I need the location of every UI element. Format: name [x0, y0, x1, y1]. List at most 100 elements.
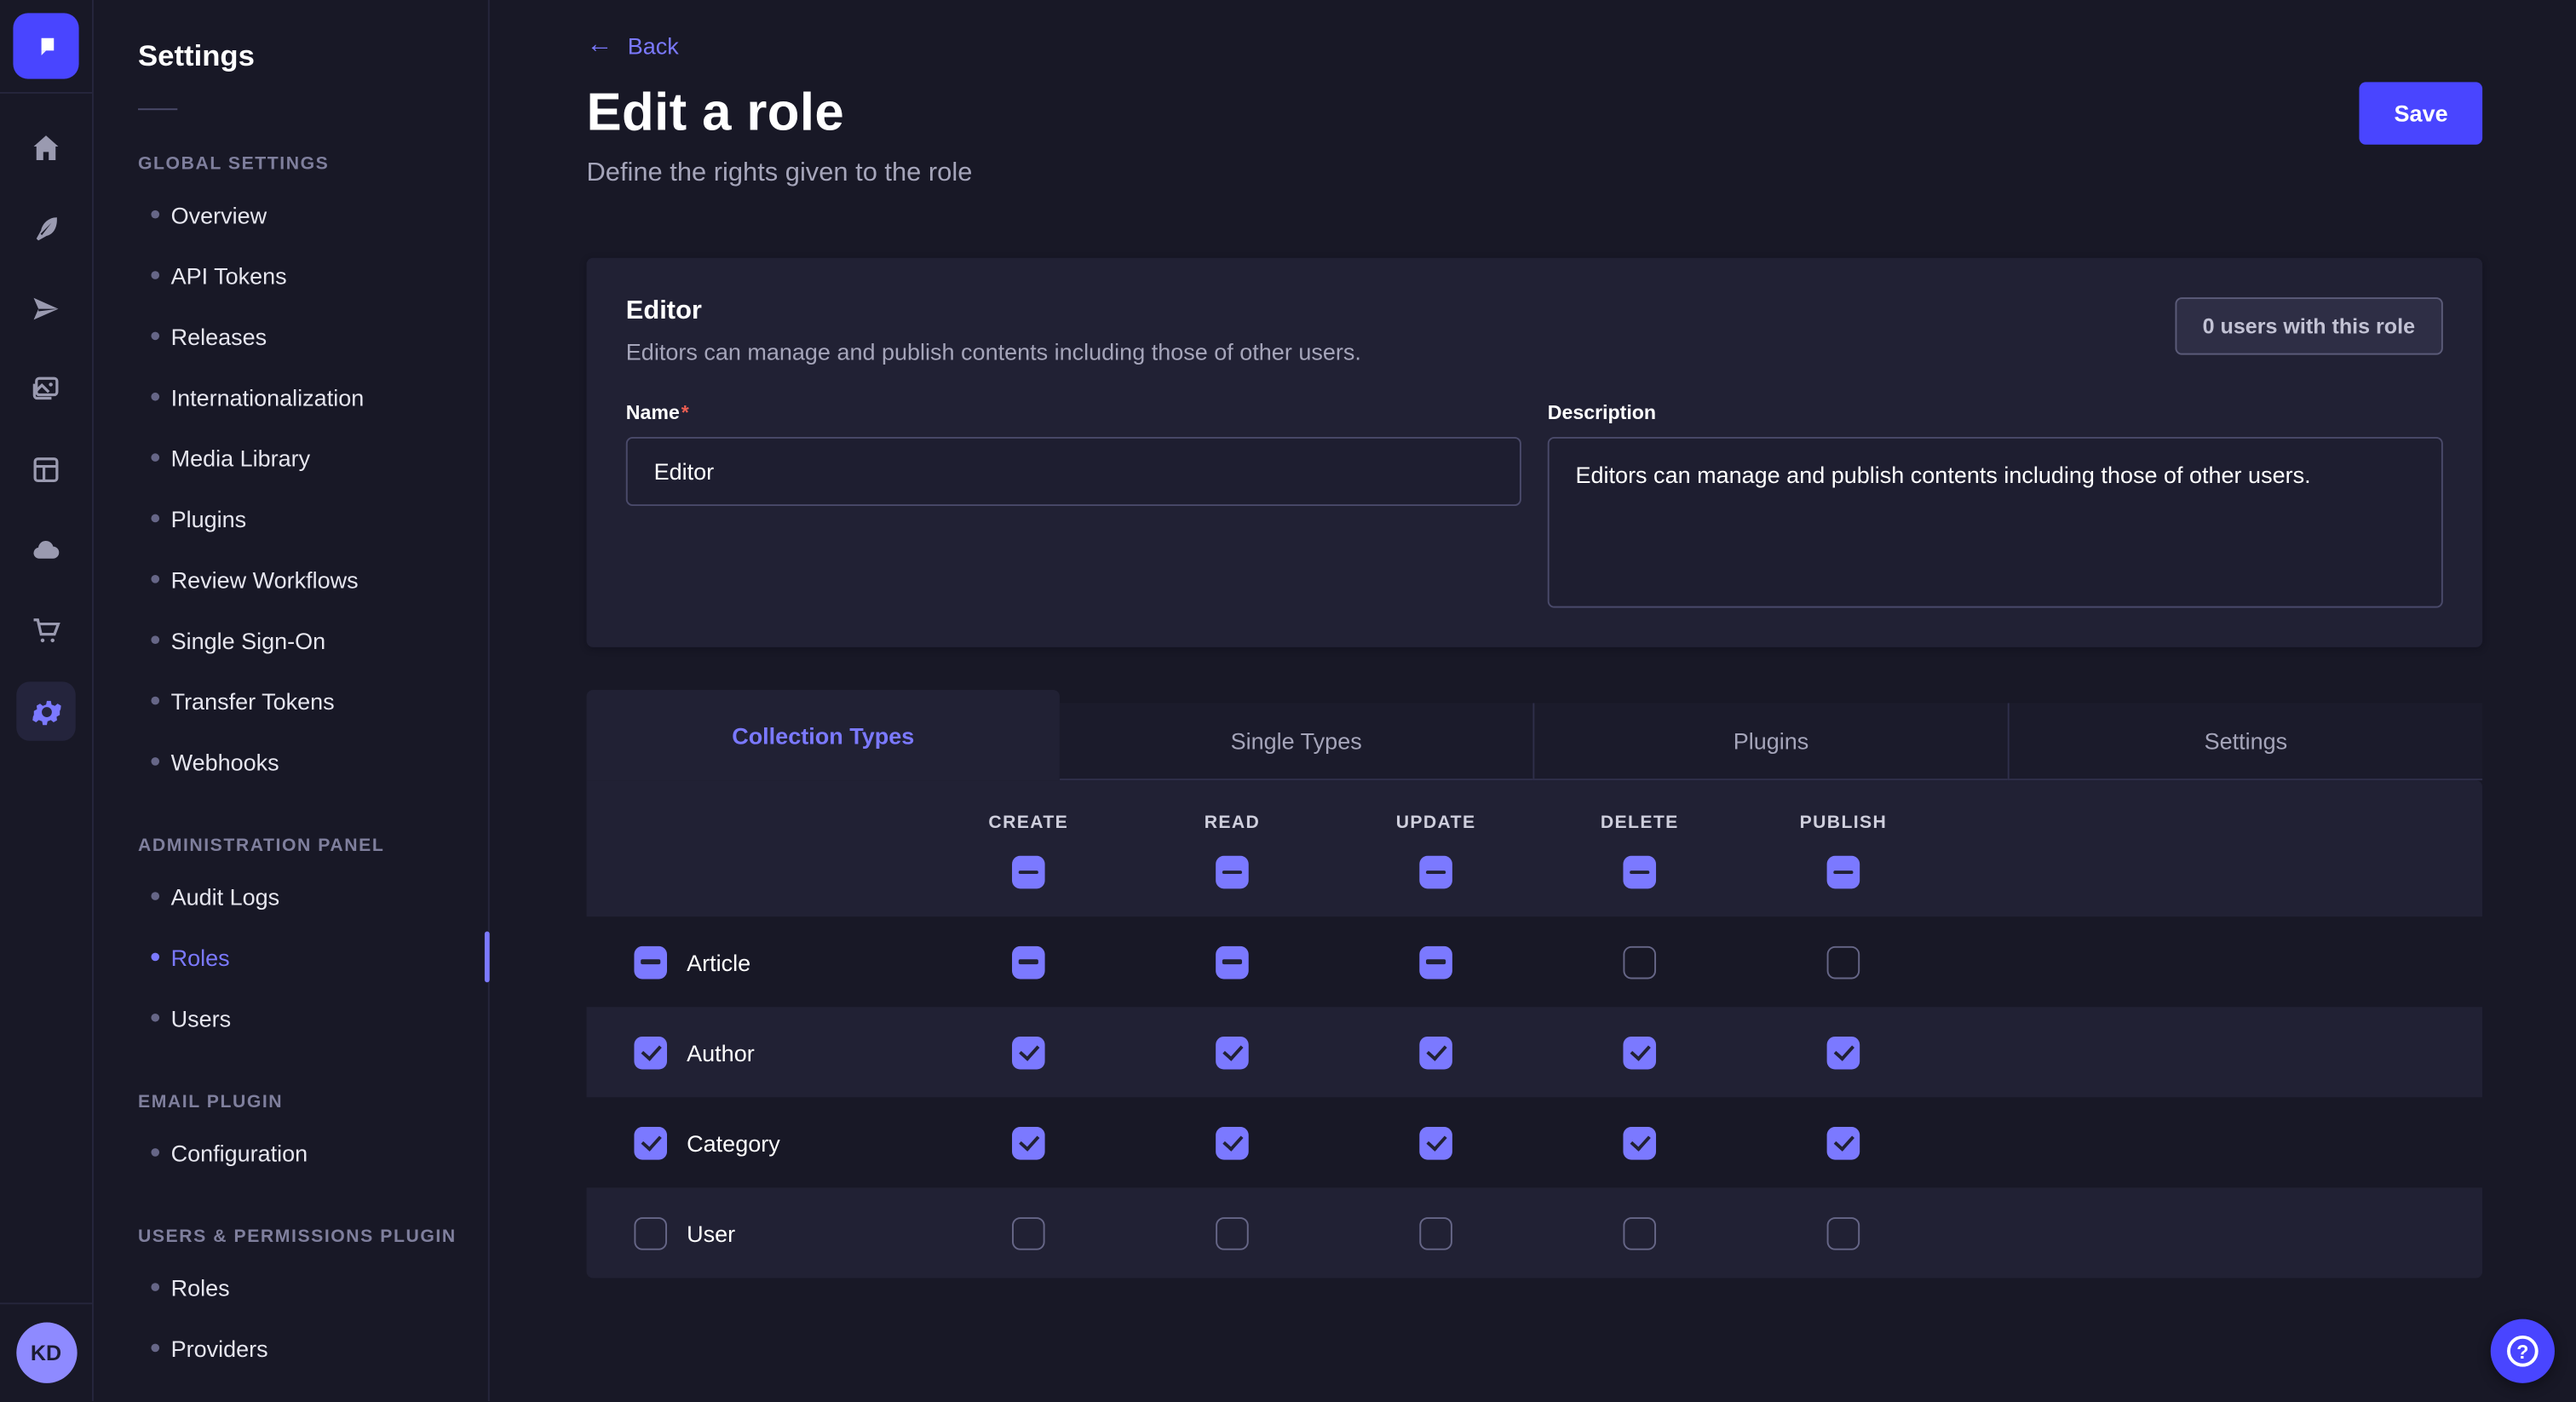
permissions-header: CREATE READ UPDATE DELETE PUBLISH: [587, 780, 2483, 916]
back-label: Back: [628, 33, 679, 60]
save-button[interactable]: Save: [2360, 82, 2482, 144]
permissions-panel: CREATE READ UPDATE DELETE PUBLISH: [587, 780, 2483, 1278]
category-read-checkbox[interactable]: [1216, 1126, 1249, 1159]
article-create-checkbox[interactable]: [1012, 945, 1045, 979]
select-all-read-checkbox[interactable]: [1216, 856, 1249, 889]
sidebar-item-releases[interactable]: Releases: [94, 306, 488, 366]
sidebar-item-roles-admin[interactable]: Roles: [94, 927, 488, 987]
role-description-text: Editors can manage and publish contents …: [626, 338, 1361, 365]
sidebar-item-webhooks[interactable]: Webhooks: [94, 731, 488, 791]
author-publish-checkbox[interactable]: [1827, 1036, 1860, 1069]
row-label-article: Article: [687, 949, 750, 975]
article-delete-checkbox[interactable]: [1623, 945, 1656, 979]
page-title: Edit a role: [587, 82, 845, 142]
settings-sidebar: Settings GLOBAL SETTINGS Overview API To…: [94, 0, 490, 1401]
page-header: Edit a role Save: [587, 82, 2483, 144]
description-field-group: Description Editors can manage and publi…: [1548, 398, 2443, 608]
description-field-label: Description: [1548, 401, 1656, 424]
sidebar-item-internationalization[interactable]: Internationalization: [94, 366, 488, 427]
tab-collection-types[interactable]: Collection Types: [587, 690, 1060, 780]
sidebar-item-users[interactable]: Users: [94, 987, 488, 1048]
tab-plugins[interactable]: Plugins: [1532, 703, 2007, 780]
select-all-delete-checkbox[interactable]: [1623, 856, 1656, 889]
sidebar-item-api-tokens[interactable]: API Tokens: [94, 244, 488, 305]
media-library-icon[interactable]: [16, 359, 75, 418]
select-all-publish-checkbox[interactable]: [1827, 856, 1860, 889]
user-read-checkbox[interactable]: [1216, 1216, 1249, 1250]
settings-icon[interactable]: [16, 681, 75, 740]
category-publish-checkbox[interactable]: [1827, 1126, 1860, 1159]
select-all-update-checkbox[interactable]: [1419, 856, 1452, 889]
role-name-heading: Editor: [626, 297, 1361, 327]
required-asterisk: *: [681, 401, 689, 424]
logo-area: [0, 0, 92, 94]
sidebar-item-roles-up[interactable]: Roles: [94, 1256, 488, 1317]
section-label-email-plugin: EMAIL PLUGIN: [138, 1093, 488, 1112]
user-avatar[interactable]: KD: [15, 1323, 76, 1383]
main-content: ← Back Edit a role Save Define the right…: [490, 0, 2576, 1401]
sidebar-item-configuration[interactable]: Configuration: [94, 1122, 488, 1182]
sidebar-item-single-sign-on[interactable]: Single Sign-On: [94, 610, 488, 670]
category-update-checkbox[interactable]: [1419, 1126, 1452, 1159]
author-read-checkbox[interactable]: [1216, 1036, 1249, 1069]
help-button[interactable]: ?: [2491, 1319, 2555, 1383]
strapi-logo[interactable]: [13, 13, 78, 78]
description-textarea[interactable]: Editors can manage and publish contents …: [1548, 437, 2443, 608]
deploy-icon[interactable]: [16, 279, 75, 338]
rail-footer: KD: [0, 1302, 92, 1401]
article-row-checkbox[interactable]: [634, 945, 667, 979]
back-link[interactable]: ← Back: [587, 33, 679, 60]
sidebar-item-transfer-tokens[interactable]: Transfer Tokens: [94, 670, 488, 731]
user-update-checkbox[interactable]: [1419, 1216, 1452, 1250]
author-delete-checkbox[interactable]: [1623, 1036, 1656, 1069]
column-label-read: READ: [1130, 813, 1334, 833]
category-row-checkbox[interactable]: [634, 1126, 667, 1159]
cloud-icon[interactable]: [16, 520, 75, 579]
select-all-create-checkbox[interactable]: [1012, 856, 1045, 889]
section-label-global-settings: GLOBAL SETTINGS: [138, 154, 488, 174]
role-fields: Name* Editor Description Editors can man…: [626, 398, 2443, 608]
tab-single-types[interactable]: Single Types: [1060, 703, 1532, 780]
table-row-article: Article: [587, 916, 2483, 1007]
article-update-checkbox[interactable]: [1419, 945, 1452, 979]
user-delete-checkbox[interactable]: [1623, 1216, 1656, 1250]
category-create-checkbox[interactable]: [1012, 1126, 1045, 1159]
role-details-card: Editor Editors can manage and publish co…: [587, 258, 2483, 647]
sidebar-item-plugins[interactable]: Plugins: [94, 488, 488, 549]
author-row-checkbox[interactable]: [634, 1036, 667, 1069]
page-subtitle: Define the rights given to the role: [587, 159, 2483, 189]
marketplace-icon[interactable]: [16, 601, 75, 660]
name-field-label: Name: [626, 401, 680, 424]
content-type-builder-icon[interactable]: [16, 198, 75, 257]
row-label-user: User: [687, 1220, 735, 1246]
content-manager-icon[interactable]: [16, 440, 75, 499]
author-create-checkbox[interactable]: [1012, 1036, 1045, 1069]
table-row-author: Author: [587, 1007, 2483, 1097]
permissions-tabs: Collection Types Single Types Plugins Se…: [587, 690, 2483, 780]
user-row-checkbox[interactable]: [634, 1216, 667, 1250]
users-with-role-badge[interactable]: 0 users with this role: [2175, 297, 2443, 355]
name-input[interactable]: Editor: [626, 437, 1521, 506]
sidebar-item-overview[interactable]: Overview: [94, 184, 488, 244]
author-update-checkbox[interactable]: [1419, 1036, 1452, 1069]
user-publish-checkbox[interactable]: [1827, 1216, 1860, 1250]
sidebar-item-audit-logs[interactable]: Audit Logs: [94, 865, 488, 926]
article-read-checkbox[interactable]: [1216, 945, 1249, 979]
user-create-checkbox[interactable]: [1012, 1216, 1045, 1250]
role-card-heading: Editor Editors can manage and publish co…: [626, 297, 1361, 365]
category-delete-checkbox[interactable]: [1623, 1126, 1656, 1159]
sidebar-item-review-workflows[interactable]: Review Workflows: [94, 549, 488, 609]
sidebar-divider: [138, 108, 177, 110]
column-label-delete: DELETE: [1538, 813, 1741, 833]
home-icon[interactable]: [16, 118, 75, 177]
tab-settings[interactable]: Settings: [2008, 703, 2482, 780]
rail-nav: [16, 94, 75, 1302]
role-card-header: Editor Editors can manage and publish co…: [626, 297, 2443, 365]
permissions-section: Collection Types Single Types Plugins Se…: [587, 690, 2483, 1278]
sidebar-item-providers[interactable]: Providers: [94, 1318, 488, 1378]
sidebar-item-media-library[interactable]: Media Library: [94, 427, 488, 487]
icon-rail: KD: [0, 0, 94, 1401]
column-label-update: UPDATE: [1334, 813, 1538, 833]
select-all-row: [587, 856, 2483, 889]
article-publish-checkbox[interactable]: [1827, 945, 1860, 979]
